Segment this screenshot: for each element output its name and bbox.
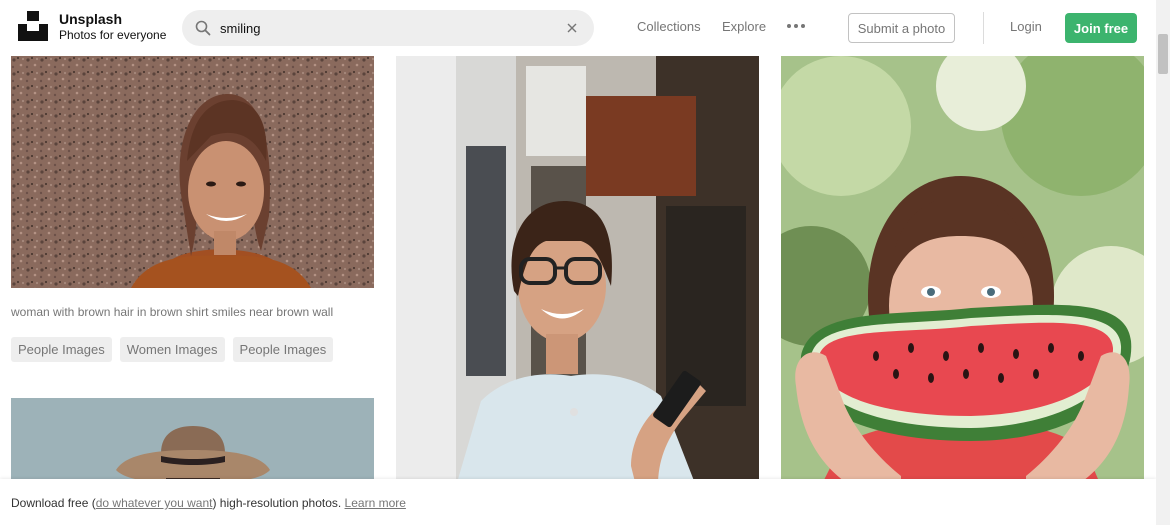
- submit-photo-button[interactable]: Submit a photo: [848, 13, 955, 43]
- more-icon[interactable]: [786, 20, 806, 32]
- brand[interactable]: Unsplash Photos for everyone: [59, 11, 166, 43]
- banner-text: Download free (do whatever you want) hig…: [11, 496, 406, 510]
- join-free-button[interactable]: Join free: [1065, 13, 1137, 43]
- page-scrollbar[interactable]: [1156, 0, 1170, 525]
- clear-icon[interactable]: [566, 22, 578, 34]
- photo-woman-glasses-phone[interactable]: [396, 56, 759, 486]
- tag-chip[interactable]: People Images: [232, 337, 334, 362]
- banner-middle: ) high-resolution photos.: [212, 496, 345, 510]
- nav-divider: [983, 12, 984, 44]
- license-link[interactable]: do whatever you want: [96, 496, 213, 510]
- brand-name: Unsplash: [59, 11, 123, 27]
- photo-woman-brown-hair[interactable]: [11, 56, 374, 288]
- photo-caption: woman with brown hair in brown shirt smi…: [11, 305, 334, 319]
- nav-explore-link[interactable]: Explore: [722, 19, 766, 35]
- search-icon[interactable]: [195, 20, 211, 36]
- tag-chip[interactable]: Women Images: [119, 337, 225, 362]
- search-bar: [182, 10, 594, 46]
- brand-tagline: Photos for everyone: [59, 28, 167, 42]
- photo-woman-watermelon[interactable]: [781, 56, 1144, 486]
- photo-tags: People Images Women Images People Images: [11, 337, 334, 362]
- search-input[interactable]: [220, 17, 550, 39]
- login-link[interactable]: Login: [1010, 19, 1042, 34]
- download-banner: Download free (do whatever you want) hig…: [0, 479, 1156, 525]
- banner-prefix: Download free (: [11, 496, 96, 510]
- scrollbar-thumb[interactable]: [1158, 34, 1168, 74]
- unsplash-logo-icon[interactable]: [18, 11, 48, 41]
- tag-chip[interactable]: People Images: [11, 337, 112, 362]
- top-navbar: Unsplash Photos for everyone Collections…: [0, 0, 1156, 56]
- learn-more-link[interactable]: Learn more: [345, 496, 406, 510]
- unsplash-search-page: Unsplash Photos for everyone Collections…: [0, 0, 1170, 525]
- nav-collections-link[interactable]: Collections: [637, 19, 701, 35]
